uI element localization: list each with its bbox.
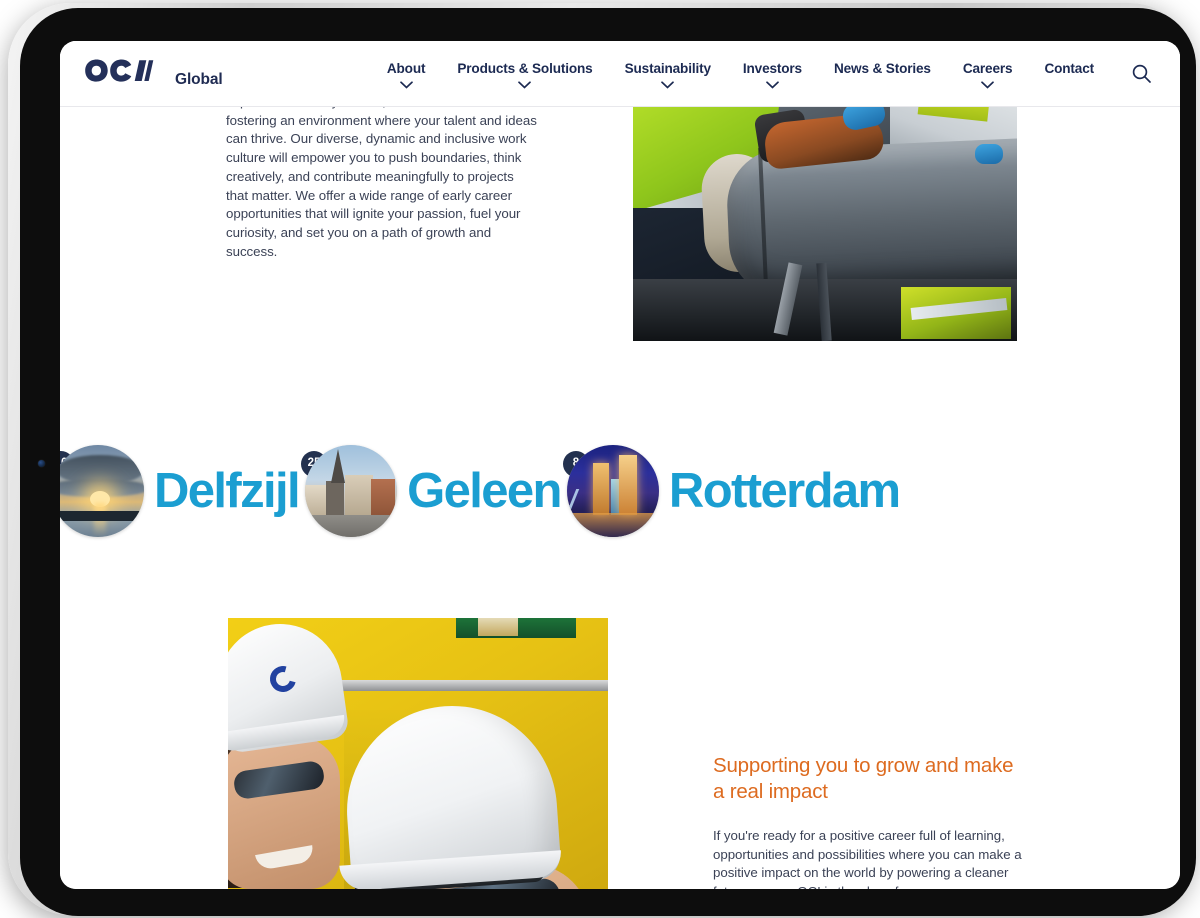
skyline-tower-right (618, 455, 637, 515)
city-marquee-track: dam 16 (60, 445, 906, 537)
oci-logo-icon (85, 59, 154, 82)
city-name: Delfzijl 25 (153, 450, 328, 518)
avatar-art-night-skyline (566, 445, 659, 537)
lower-heading: Supporting you to grow and make a real i… (713, 754, 1014, 803)
town-church-spire (331, 449, 346, 483)
lower-image-wall-pipe (298, 680, 608, 691)
nav-label: About (386, 60, 426, 76)
nav-item-about[interactable]: About (371, 61, 442, 89)
city-item-delfzijl[interactable]: Delfzijl 25 (60, 445, 328, 537)
tablet-bezel: Global About Products & Solutions Sustai (20, 8, 1196, 916)
avatar-art-sunset (60, 445, 144, 537)
nav-label: Careers (962, 60, 1013, 76)
nav-label: Sustainability (624, 60, 711, 76)
nav-label: Investors (742, 60, 802, 76)
city-name: Rotterdam (668, 463, 901, 518)
city-marquee[interactable]: dam 16 (60, 426, 1180, 556)
hero-image-pipe-workers (633, 96, 1017, 341)
hero-blue-glove-secondary (975, 144, 1003, 164)
main-navigation: About Products & Solutions Sustainabilit… (371, 59, 1110, 89)
city-name: Geleen 8 (407, 450, 589, 518)
site-header: Global About Products & Solutions Sustai (60, 41, 1180, 107)
city-avatar-geleen (305, 445, 398, 537)
nav-item-investors[interactable]: Investors (727, 61, 818, 89)
nav-item-careers[interactable]: Careers (947, 61, 1029, 89)
town-building-right (371, 479, 396, 517)
lower-paragraph: If you're ready for a positive career fu… (713, 828, 1022, 889)
city-avatar-delfzijl (60, 445, 144, 537)
chevron-down-icon (518, 80, 532, 89)
search-button[interactable] (1128, 61, 1154, 87)
brand-word: Global (175, 71, 223, 88)
nav-label: News & Stories (833, 60, 931, 76)
skyline-water-reflection (566, 513, 659, 537)
chevron-down-icon (399, 80, 413, 89)
camera-icon (38, 460, 45, 467)
tablet-screen: Global About Products & Solutions Sustai (60, 41, 1180, 889)
city-avatar-rotterdam (566, 445, 659, 537)
town-building-left (305, 485, 328, 517)
city-item-rotterdam[interactable]: Rotterdam (566, 445, 906, 537)
nav-item-sustainability[interactable]: Sustainability (609, 61, 727, 89)
chevron-down-icon (766, 80, 779, 89)
nav-item-news-stories[interactable]: News & Stories (818, 61, 947, 76)
webpage: Global About Products & Solutions Sustai (60, 41, 1180, 889)
lower-text-block: Supporting you to grow and make a real i… (713, 753, 1025, 889)
lower-image-colleagues (228, 618, 608, 889)
chevron-down-icon (661, 80, 675, 89)
city-name-label: Geleen (407, 463, 562, 518)
brand-logo-link[interactable]: Global (84, 58, 223, 89)
lower-image-wall-sign (456, 618, 576, 638)
city-name-label: Delfzijl (153, 463, 301, 518)
city-item-geleen[interactable]: Geleen 8 (305, 445, 589, 537)
town-church-tower (326, 481, 345, 515)
nav-label: Products & Solutions (457, 60, 593, 76)
nav-item-products-solutions[interactable]: Products & Solutions (441, 61, 608, 89)
intro-paragraph: experience under your belt, we're commit… (226, 94, 537, 259)
search-icon (1132, 64, 1151, 83)
tablet-device-frame: Global About Products & Solutions Sustai (8, 3, 1196, 916)
city-name-label: Rotterdam (668, 463, 901, 518)
intro-text-block: experience under your belt, we're commit… (226, 93, 538, 261)
sunset-shoreline (60, 511, 144, 521)
town-plaza (305, 515, 398, 537)
chevron-down-icon (981, 80, 994, 89)
nav-label: Contact (1044, 60, 1094, 76)
avatar-art-town-square (305, 445, 398, 537)
skyline-tower-left (592, 463, 609, 515)
nav-item-contact[interactable]: Contact (1028, 61, 1110, 76)
town-building-center (345, 475, 374, 517)
